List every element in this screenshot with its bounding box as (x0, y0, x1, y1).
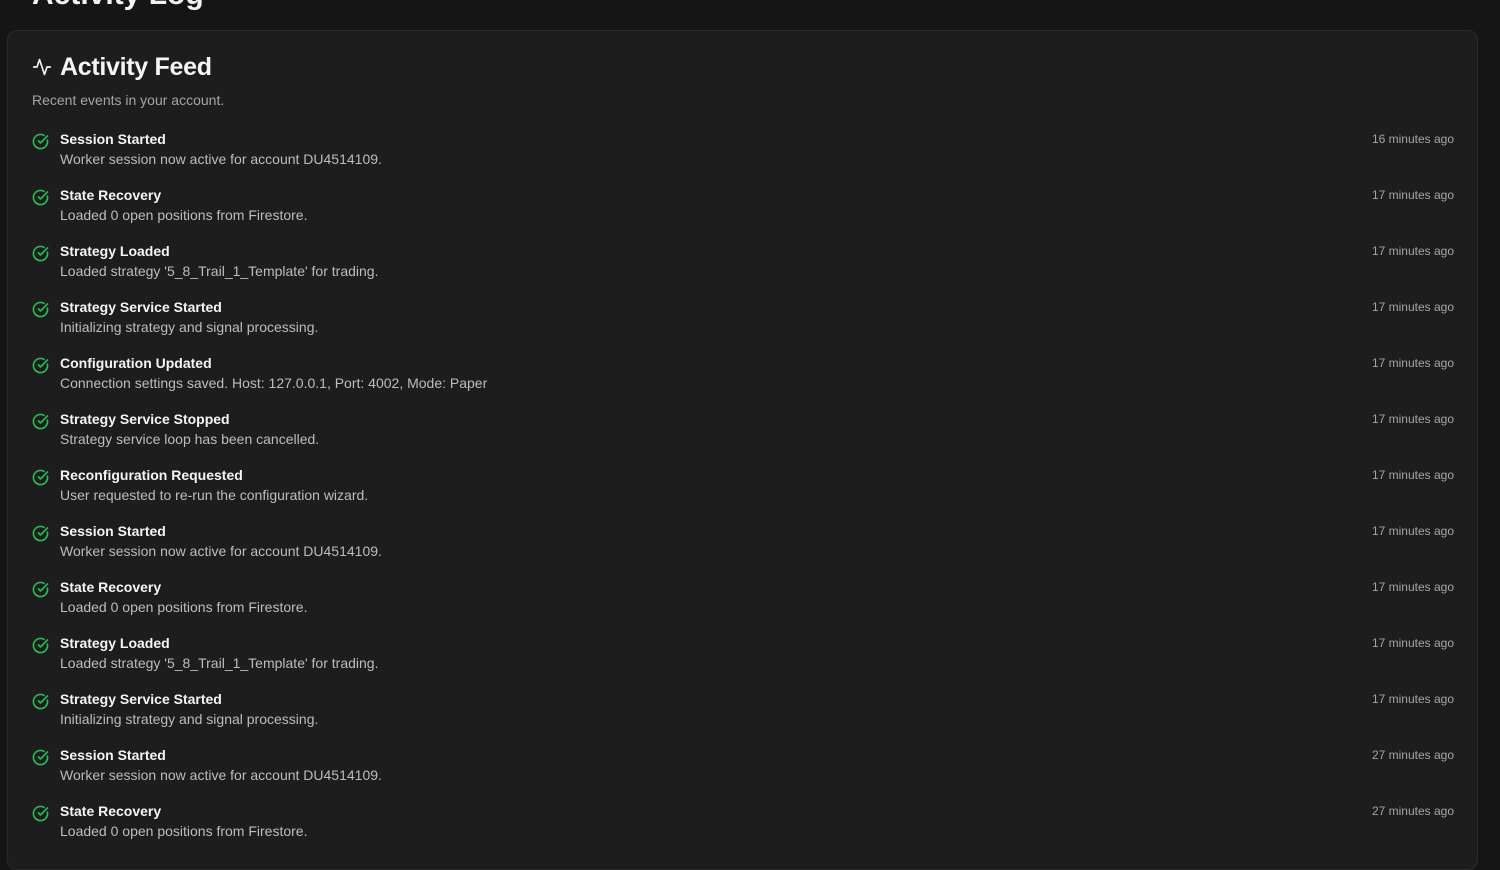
card-header: Activity Feed Recent events in your acco… (32, 51, 225, 109)
activity-item-description: Loaded strategy '5_8_Trail_1_Template' f… (60, 263, 379, 279)
activity-item-description: Initializing strategy and signal process… (60, 711, 319, 727)
check-circle-icon (32, 581, 49, 598)
activity-item-title: State Recovery (60, 187, 162, 203)
activity-item-time: 17 minutes ago (1371, 692, 1454, 706)
activity-item: State Recovery Loaded 0 open positions f… (32, 185, 1454, 241)
activity-item: State Recovery Loaded 0 open positions f… (32, 577, 1454, 633)
card-title: Activity Feed (60, 52, 212, 81)
activity-item: Strategy Service Started Initializing st… (32, 297, 1454, 353)
check-circle-icon (32, 413, 49, 430)
activity-item-time: 17 minutes ago (1371, 580, 1454, 594)
activity-item: Configuration Updated Connection setting… (32, 353, 1454, 409)
check-circle-icon (32, 301, 49, 318)
activity-item-title: Strategy Loaded (60, 243, 170, 259)
activity-pulse-icon (32, 57, 52, 77)
activity-item: Strategy Service Stopped Strategy servic… (32, 409, 1454, 465)
check-circle-icon (32, 693, 49, 710)
activity-item-time: 17 minutes ago (1371, 524, 1454, 538)
activity-item-time: 17 minutes ago (1371, 356, 1454, 370)
activity-feed-list: Session Started Worker session now activ… (32, 129, 1454, 857)
activity-item-description: User requested to re-run the configurati… (60, 487, 369, 503)
activity-item-time: 16 minutes ago (1371, 132, 1454, 146)
check-circle-icon (32, 469, 49, 486)
activity-item: Session Started Worker session now activ… (32, 521, 1454, 577)
activity-item-title: State Recovery (60, 579, 162, 595)
check-circle-icon (32, 525, 49, 542)
activity-item-description: Strategy service loop has been cancelled… (60, 431, 320, 447)
activity-item-time: 17 minutes ago (1371, 636, 1454, 650)
activity-item-title: State Recovery (60, 803, 162, 819)
activity-item: Strategy Service Started Initializing st… (32, 689, 1454, 745)
activity-item: State Recovery Loaded 0 open positions f… (32, 801, 1454, 857)
check-circle-icon (32, 805, 49, 822)
activity-item-title: Session Started (60, 747, 166, 763)
activity-item-time: 17 minutes ago (1371, 244, 1454, 258)
activity-item-title: Configuration Updated (60, 355, 212, 371)
activity-item-description: Worker session now active for account DU… (60, 543, 382, 559)
activity-item-description: Worker session now active for account DU… (60, 767, 382, 783)
activity-item-time: 17 minutes ago (1371, 468, 1454, 482)
activity-item-title: Reconfiguration Requested (60, 467, 243, 483)
activity-item-description: Initializing strategy and signal process… (60, 319, 319, 335)
activity-item-time: 17 minutes ago (1371, 300, 1454, 314)
activity-item-description: Connection settings saved. Host: 127.0.0… (60, 375, 488, 391)
card-subtitle: Recent events in your account. (32, 92, 225, 108)
activity-item-time: 27 minutes ago (1371, 748, 1454, 762)
activity-item-description: Loaded 0 open positions from Firestore. (60, 823, 308, 839)
activity-item-time: 17 minutes ago (1371, 188, 1454, 202)
activity-item-time: 27 minutes ago (1371, 804, 1454, 818)
check-circle-icon (32, 189, 49, 206)
activity-item: Strategy Loaded Loaded strategy '5_8_Tra… (32, 633, 1454, 689)
activity-item-title: Session Started (60, 131, 166, 147)
check-circle-icon (32, 749, 49, 766)
activity-item-title: Strategy Service Started (60, 299, 222, 315)
activity-item-title: Strategy Service Started (60, 691, 222, 707)
activity-item-description: Loaded 0 open positions from Firestore. (60, 599, 308, 615)
check-circle-icon (32, 637, 49, 654)
activity-item-description: Loaded strategy '5_8_Trail_1_Template' f… (60, 655, 379, 671)
activity-item: Reconfiguration Requested User requested… (32, 465, 1454, 521)
activity-item-title: Session Started (60, 523, 166, 539)
card-title-row: Activity Feed (32, 51, 224, 83)
activity-item: Session Started Worker session now activ… (32, 745, 1454, 801)
check-circle-icon (32, 245, 49, 262)
activity-feed-card: Activity Feed Recent events in your acco… (7, 30, 1478, 870)
activity-item-time: 17 minutes ago (1371, 412, 1454, 426)
activity-item: Strategy Loaded Loaded strategy '5_8_Tra… (32, 241, 1454, 297)
activity-item-description: Loaded 0 open positions from Firestore. (60, 207, 308, 223)
activity-item: Session Started Worker session now activ… (32, 129, 1454, 185)
activity-item-title: Strategy Service Stopped (60, 411, 230, 427)
check-circle-icon (32, 133, 49, 150)
page-heading: Activity Log (32, 0, 204, 12)
check-circle-icon (32, 357, 49, 374)
activity-item-title: Strategy Loaded (60, 635, 170, 651)
activity-item-description: Worker session now active for account DU… (60, 151, 382, 167)
